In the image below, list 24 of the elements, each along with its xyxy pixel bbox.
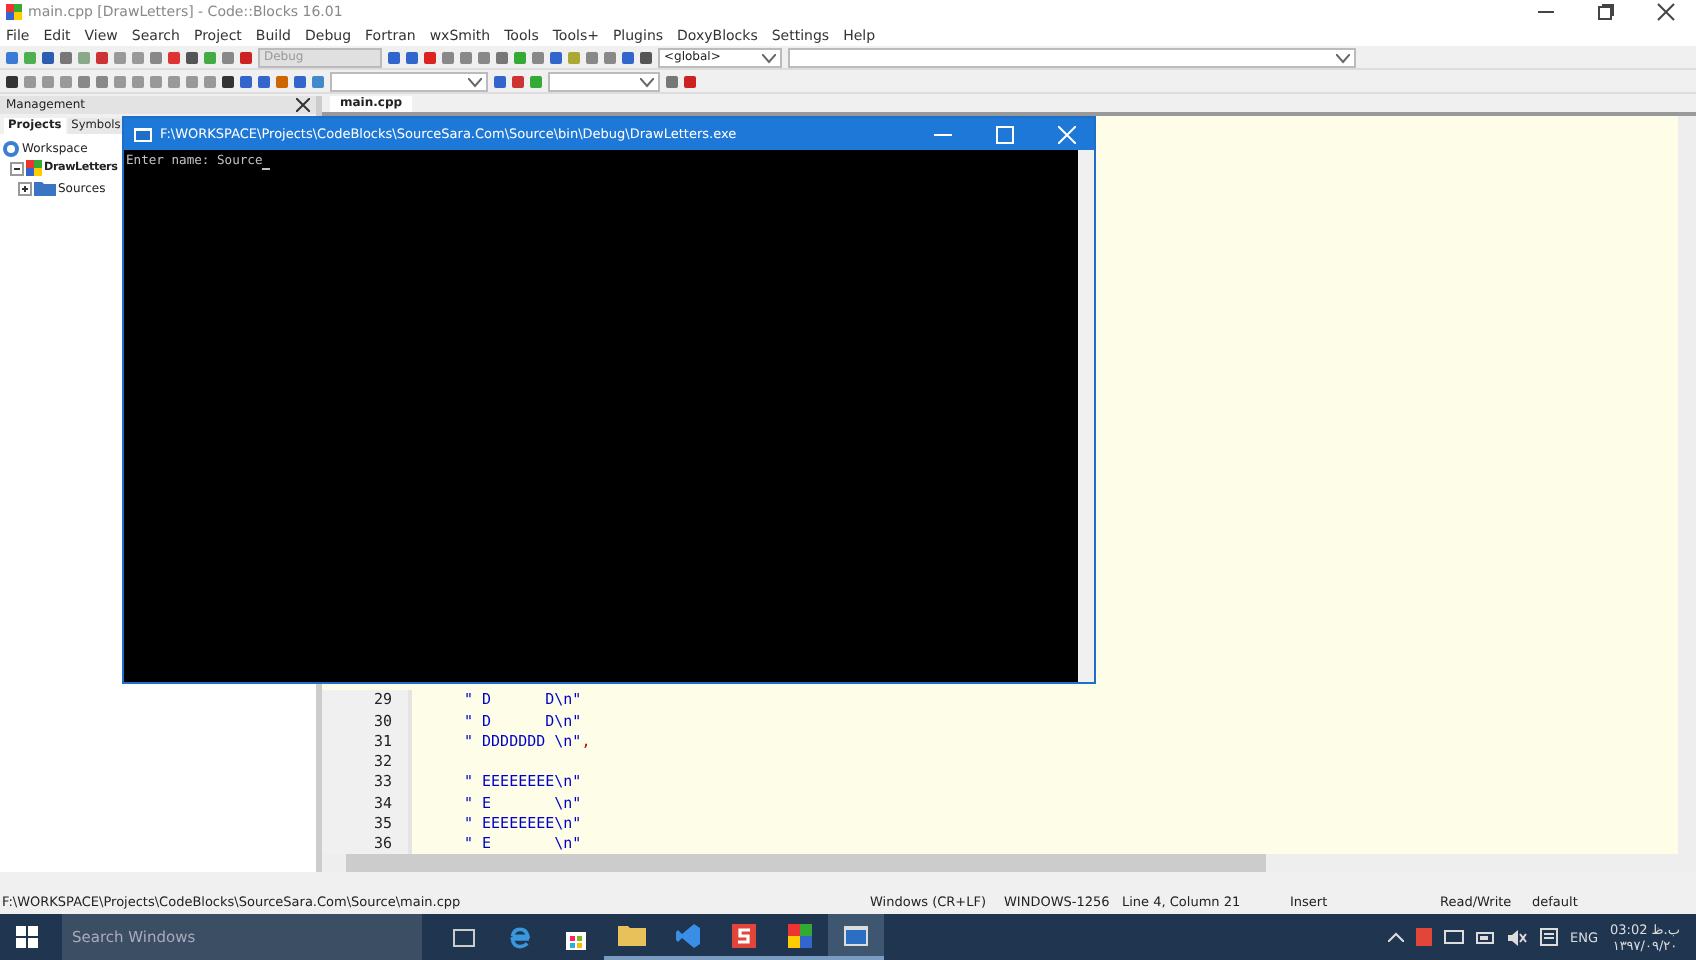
windows-start-icon[interactable]: [16, 926, 38, 948]
folder-icon: [34, 180, 56, 196]
speaker-muted-icon[interactable]: [1507, 929, 1528, 945]
text-cursor: [262, 168, 271, 170]
battery-icon[interactable]: [1475, 931, 1496, 943]
app-logo-icon: [6, 4, 22, 20]
notification-icon[interactable]: [1539, 928, 1558, 946]
expand-icon[interactable]: [18, 181, 32, 195]
close-icon: [1656, 2, 1676, 22]
close-icon[interactable]: [296, 98, 310, 112]
console-app-icon[interactable]: [828, 914, 884, 960]
scrollbar[interactable]: [1078, 150, 1094, 682]
close-icon: [1058, 125, 1076, 143]
scrollbar[interactable]: [322, 854, 1696, 872]
scrollbar[interactable]: [1678, 116, 1696, 854]
project-icon: [26, 160, 42, 176]
app-tray-icon[interactable]: [1415, 928, 1432, 946]
restore-icon: [1596, 2, 1616, 22]
search-field[interactable]: [548, 71, 660, 91]
maximize-icon: [996, 125, 1014, 143]
console-icon: [134, 127, 152, 141]
chevron-up-icon[interactable]: [1387, 932, 1404, 942]
collapse-icon[interactable]: [10, 161, 24, 175]
network-icon[interactable]: [1443, 929, 1464, 945]
